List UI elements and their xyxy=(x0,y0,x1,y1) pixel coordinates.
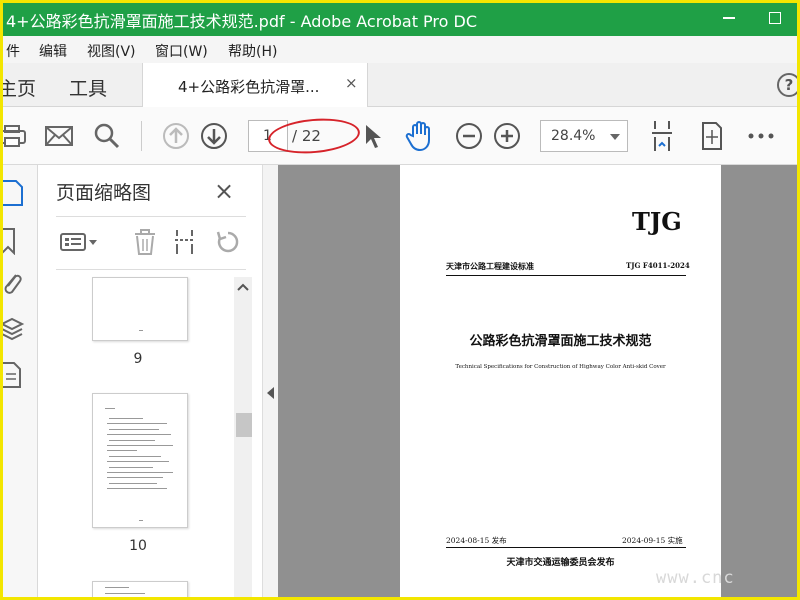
standard-series: 天津市公路工程建设标准 xyxy=(446,261,534,271)
thumbnail-text xyxy=(107,445,173,446)
thumbnail-text xyxy=(109,456,161,457)
thumbnail-text xyxy=(107,434,171,435)
fit-page-icon[interactable] xyxy=(696,120,728,152)
thumbnail-page-number: 10 xyxy=(129,538,147,554)
layers-icon[interactable] xyxy=(0,315,26,343)
implement-date: 2024-09-15 实施 xyxy=(622,536,683,545)
tab-home[interactable]: 主页 xyxy=(0,74,36,101)
thumbnail-text xyxy=(107,423,167,424)
divider xyxy=(446,547,686,548)
scrollbar-thumb[interactable] xyxy=(236,413,252,437)
print-icon[interactable] xyxy=(0,120,32,152)
zoom-out-icon[interactable] xyxy=(453,120,485,152)
next-page-icon[interactable] xyxy=(198,120,230,152)
document-title: 公路彩色抗滑罩面施工技术规范 xyxy=(469,334,652,349)
thumbnails-panel: 页面缩略图 × 9 10 xyxy=(38,165,262,600)
select-cursor-icon[interactable] xyxy=(356,120,388,152)
document-icon[interactable] xyxy=(2,361,26,389)
panel-title: 页面缩略图 xyxy=(56,182,152,204)
prev-page-icon[interactable] xyxy=(160,120,192,152)
attachment-icon[interactable] xyxy=(2,269,26,297)
menu-edit[interactable]: 编辑 xyxy=(39,41,67,61)
menu-window[interactable]: 窗口(W) xyxy=(155,41,208,61)
scroll-up-icon[interactable] xyxy=(234,277,252,297)
hand-tool-icon[interactable] xyxy=(404,120,436,152)
thumbnail-text xyxy=(107,488,167,489)
menu-file[interactable]: 件 xyxy=(6,41,20,61)
zoom-value: 28.4% xyxy=(551,128,596,144)
scroll-mode-icon[interactable] xyxy=(646,120,678,152)
document-page: TJG 天津市公路工程建设标准 TJG F4011-2024 公路彩色抗滑罩面施… xyxy=(400,165,721,600)
thumbnail-text xyxy=(107,461,169,462)
tab-tools[interactable]: 工具 xyxy=(69,74,107,101)
thumbnail-text xyxy=(105,593,145,594)
minimize-button[interactable] xyxy=(706,0,752,36)
document-tab-label: 4+公路彩色抗滑罩... xyxy=(178,78,320,96)
thumbnail-text xyxy=(107,472,173,473)
page-thumbnail[interactable] xyxy=(92,581,188,600)
thumbnail-text xyxy=(109,467,153,468)
title-bar: 4+公路彩色抗滑罩面施工技术规范.pdf - Adobe Acrobat Pro… xyxy=(0,0,800,36)
thumbnail-text xyxy=(109,429,159,430)
page-thumbnail[interactable] xyxy=(92,393,188,528)
menu-view[interactable]: 视图(V) xyxy=(87,41,136,61)
document-subtitle: Technical Specifications for Constructio… xyxy=(455,364,666,370)
page-thumbnail[interactable] xyxy=(92,277,188,341)
thumbnail-text xyxy=(109,418,143,419)
delete-page-icon[interactable] xyxy=(130,227,160,257)
zoom-select[interactable]: 28.4% xyxy=(540,120,628,152)
thumbnail-scrollbar[interactable] xyxy=(234,277,252,600)
options-menu-icon[interactable] xyxy=(58,227,100,257)
menu-help[interactable]: 帮助(H) xyxy=(228,41,277,61)
tab-bar: 主页 工具 4+公路彩色抗滑罩... × ? xyxy=(0,63,800,107)
standard-code: TJG F4011-2024 xyxy=(626,261,690,270)
watermark: www.cnc xyxy=(656,568,735,588)
chevron-down-icon xyxy=(610,134,620,140)
standard-logo: TJG xyxy=(632,207,682,236)
mail-icon[interactable] xyxy=(43,120,75,152)
rotate-page-icon[interactable] xyxy=(213,227,243,257)
left-rail xyxy=(0,165,38,600)
menu-bar: 件 编辑 视图(V) 窗口(W) 帮助(H) xyxy=(0,36,800,63)
thumbnail-text xyxy=(139,520,143,521)
minimize-icon xyxy=(723,17,735,19)
publish-date: 2024-08-15 发布 xyxy=(446,536,507,545)
divider xyxy=(56,216,246,217)
search-icon[interactable] xyxy=(91,120,123,152)
thumbnail-text xyxy=(109,483,157,484)
thumbnail-text xyxy=(105,408,115,409)
more-icon[interactable] xyxy=(745,120,777,152)
thumbnail-text xyxy=(139,330,143,331)
extract-page-icon[interactable] xyxy=(170,227,200,257)
close-tab-icon[interactable]: × xyxy=(345,74,358,92)
tab-document[interactable]: 4+公路彩色抗滑罩... × xyxy=(142,63,368,107)
toolbar-separator xyxy=(141,121,142,151)
thumbnail-page-number: 9 xyxy=(133,351,143,367)
maximize-icon xyxy=(769,12,781,24)
toolbar xyxy=(0,107,800,165)
collapse-arrow-icon xyxy=(267,387,274,399)
zoom-in-icon[interactable] xyxy=(491,120,523,152)
thumbnail-text xyxy=(107,450,137,451)
divider xyxy=(56,269,246,270)
close-panel-icon[interactable]: × xyxy=(214,177,234,205)
thumbnail-text xyxy=(105,587,129,588)
issuer: 天津市交通运输委员会发布 xyxy=(506,558,615,568)
thumbnail-text xyxy=(109,440,155,441)
divider xyxy=(446,275,686,276)
maximize-button[interactable] xyxy=(752,0,798,36)
page-thumbnails-icon[interactable] xyxy=(2,179,26,207)
window-title: 4+公路彩色抗滑罩面施工技术规范.pdf - Adobe Acrobat Pro… xyxy=(6,12,478,31)
panel-toolbar xyxy=(38,223,262,263)
bookmark-icon[interactable] xyxy=(1,227,26,256)
collapse-panel-handle[interactable] xyxy=(262,165,278,600)
thumbnail-text xyxy=(107,477,163,478)
help-icon[interactable]: ? xyxy=(777,73,800,97)
